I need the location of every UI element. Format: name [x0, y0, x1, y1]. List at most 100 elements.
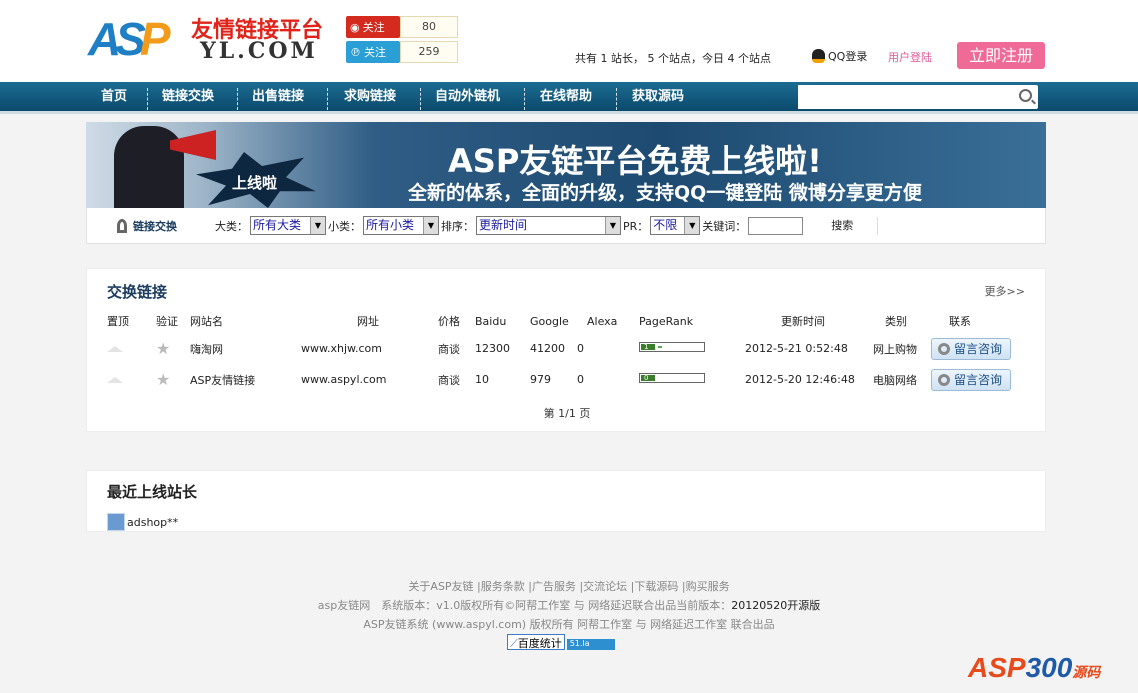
nav-home[interactable]: 首页 [101, 82, 127, 112]
baidu-stats-badge[interactable]: ⟋百度统计 [507, 634, 565, 650]
google-count: 979 [530, 373, 551, 386]
pr-label: PR： [623, 219, 649, 233]
tqq-follow[interactable]: ℗ 关注 259 [346, 41, 458, 63]
chevron-down-icon: ▼ [310, 217, 325, 234]
asp300-watermark-logo: ASP300源码 [968, 652, 1101, 683]
site-name[interactable]: ASP友情链接 [190, 364, 301, 395]
site-logo[interactable]: ASP 友情链接平台 YL.COM [88, 12, 338, 65]
more-link[interactable]: 更多>> [985, 283, 1025, 299]
tqq-follow-button[interactable]: ℗ 关注 [346, 41, 400, 63]
register-button[interactable]: 立即注册 [957, 42, 1045, 69]
footer-links: 关于ASP友链 |服务条款 |广告服务 |交流论坛 |下载源码 |购买服务 [408, 580, 730, 593]
col-contact: 联系 [949, 315, 971, 328]
tqq-follow-label: 关注 [364, 46, 386, 59]
col-updated: 更新时间 [781, 315, 825, 328]
exchange-links-panel: 交换链接 更多>> 置顶 验证 网站名 网址 价格 Baidu Google A… [86, 268, 1046, 432]
weibo-follow-label: 关注 [362, 21, 385, 34]
col-site-name: 网站名 [190, 315, 223, 328]
sort-value: 更新时间 [479, 218, 528, 232]
nav-help[interactable]: 在线帮助 [540, 82, 592, 112]
site-stats: 共有 1 站长， 5 个站点，今日 4 个站点 [575, 52, 771, 65]
chart-icon: ⟋ [510, 637, 518, 650]
google-count: 41200 [530, 342, 565, 355]
recent-users-panel: 最近上线站长 adshop** [86, 470, 1046, 532]
weibo-follow[interactable]: ◉ 关注 80 [346, 16, 458, 38]
promo-banner[interactable]: 上线啦 ASP友链平台免费上线啦! 全新的体系，全面的升级，支持QQ一键登陆 微… [86, 122, 1046, 208]
footer-link-download[interactable]: 下载源码 [634, 580, 678, 593]
subcategory-select[interactable]: 所有小类 ▼ [363, 216, 439, 235]
col-price: 价格 [438, 315, 460, 328]
subcategory-label: 小类： [328, 219, 361, 233]
nav-divider [237, 88, 238, 110]
banner-headline: ASP友链平台免费上线啦! [448, 142, 822, 180]
nav-get-source[interactable]: 获取源码 [632, 82, 684, 112]
subcategory-value: 所有小类 [366, 218, 415, 232]
keyword-input[interactable] [748, 216, 804, 235]
ribbon-icon [117, 218, 127, 233]
user-login-link[interactable]: 用户登陆 [888, 49, 932, 65]
chevron-down-icon: ▼ [605, 217, 620, 234]
footer-version-text: asp友链网 系统版本：v1.0版权所有©阿帮工作室 与 网络延迟联合出品当前版… [317, 599, 732, 612]
pagerank-bar: 1 [639, 342, 705, 352]
qq-penguin-icon [812, 49, 825, 63]
pin-top-icon [107, 377, 123, 383]
site-url[interactable]: www.xhjw.com [301, 333, 438, 364]
filter-title: 链接交换 [117, 218, 215, 234]
qq-login-label: QQ登录 [828, 50, 868, 63]
star-icon: ★ [156, 339, 171, 358]
col-url: 网址 [357, 315, 379, 328]
nav-sell-links[interactable]: 出售链接 [252, 82, 304, 112]
51la-badge[interactable]: 51.la [566, 639, 615, 650]
logo-domain: YL.COM [200, 38, 318, 64]
weibo-follow-button[interactable]: ◉ 关注 [346, 16, 400, 38]
pr-select[interactable]: 不限 ▼ [650, 216, 701, 235]
search-input[interactable] [798, 85, 1008, 109]
col-pagerank: PageRank [639, 314, 694, 328]
footer-link-forum[interactable]: 交流论坛 [583, 580, 627, 593]
col-alexa: Alexa [587, 314, 618, 328]
baidu-stats-label: 百度统计 [517, 637, 562, 650]
footer-link-terms[interactable]: 服务条款 [481, 580, 525, 593]
baidu-count: 10 [475, 373, 489, 386]
banner-badge: 上线啦 [232, 174, 278, 192]
category-select[interactable]: 所有大类 ▼ [250, 216, 326, 235]
col-verify: 验证 [156, 315, 178, 328]
nav-divider [420, 88, 421, 110]
message-label: 留言咨询 [954, 373, 1003, 387]
footer-link-ads[interactable]: 广告服务 [532, 580, 576, 593]
site-name[interactable]: 嗨淘网 [190, 333, 301, 364]
category: 网上购物 [873, 342, 917, 356]
col-baidu: Baidu [475, 314, 507, 328]
nav-divider [147, 88, 148, 110]
nav-divider [327, 88, 328, 110]
footer-version-number: 20120520开源版 [731, 599, 821, 612]
user-name: adshop** [127, 515, 179, 529]
footer-link-buy[interactable]: 购买服务 [686, 580, 730, 593]
pin-top-icon [107, 346, 123, 352]
site-url[interactable]: www.aspyl.com [301, 364, 438, 395]
avatar [107, 513, 125, 531]
pagerank-value: 0 [641, 375, 655, 382]
nav-auto-linker[interactable]: 自动外链机 [435, 82, 500, 112]
message-button[interactable]: 留言咨询 [931, 337, 1011, 360]
message-icon [938, 342, 950, 355]
sort-select[interactable]: 更新时间 ▼ [476, 216, 621, 235]
logo-mark: ASP [88, 13, 171, 65]
footer-link-about[interactable]: 关于ASP友链 [408, 580, 473, 593]
nav-link-exchange[interactable]: 链接交换 [162, 82, 214, 112]
col-category: 类别 [885, 315, 907, 328]
message-button[interactable]: 留言咨询 [931, 368, 1011, 391]
updated-time: 2012-5-21 0:52:48 [745, 342, 848, 355]
recent-user[interactable]: adshop** [107, 513, 178, 531]
filter-search-button[interactable]: 搜索 [831, 216, 879, 235]
qq-login-link[interactable]: QQ登录 [812, 48, 867, 64]
banner-burst: 上线啦 [196, 152, 316, 208]
search-icon[interactable] [1019, 89, 1032, 102]
message-label: 留言咨询 [954, 342, 1003, 356]
nav-divider [524, 88, 525, 110]
alexa-rank: 0 [577, 373, 584, 386]
alexa-rank: 0 [577, 342, 584, 355]
filter-bar: 链接交换 大类： 所有大类 ▼ 小类： 所有小类 ▼ 排序： 更新时间 ▼ PR： 不… [86, 208, 1046, 244]
nav-buy-links[interactable]: 求购链接 [344, 82, 396, 112]
stat-badges: ⟋百度统计 51.la [507, 634, 615, 650]
